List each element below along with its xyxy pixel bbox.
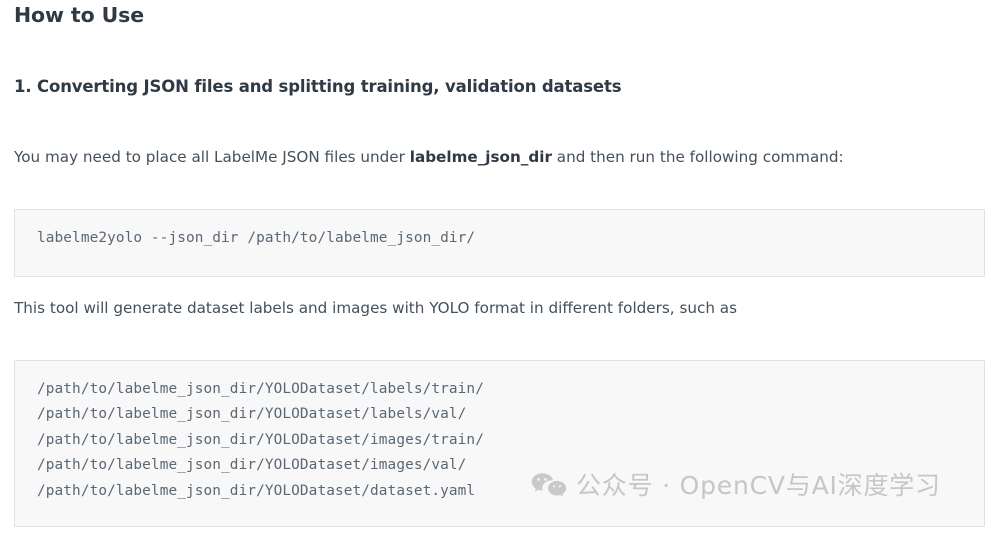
code-line: /path/to/labelme_json_dir/YOLODataset/im… bbox=[37, 431, 484, 448]
paragraph-output-description: This tool will generate dataset labels a… bbox=[14, 299, 738, 317]
code-line: labelme2yolo --json_dir /path/to/labelme… bbox=[37, 230, 476, 246]
paragraph-instruction: You may need to place all LabelMe JSON f… bbox=[14, 145, 844, 169]
code-line: /path/to/labelme_json_dir/YOLODataset/da… bbox=[37, 482, 476, 499]
code-block-command[interactable]: labelme2yolo --json_dir /path/to/labelme… bbox=[14, 209, 985, 277]
code-line: /path/to/labelme_json_dir/YOLODataset/la… bbox=[37, 406, 467, 423]
paragraph-instruction-after: and then run the following command: bbox=[551, 148, 844, 166]
code-block-output-paths[interactable]: /path/to/labelme_json_dir/YOLODataset/la… bbox=[14, 360, 985, 527]
code-line: /path/to/labelme_json_dir/YOLODataset/im… bbox=[37, 457, 467, 474]
inline-code-labelme-json-dir: labelme_json_dir bbox=[409, 148, 552, 166]
section-heading-1: 1. Converting JSON files and splitting t… bbox=[14, 77, 622, 96]
paragraph-instruction-before: You may need to place all LabelMe JSON f… bbox=[14, 148, 410, 166]
code-line: /path/to/labelme_json_dir/YOLODataset/la… bbox=[37, 381, 484, 397]
page-title: How to Use bbox=[14, 3, 145, 27]
document-page: How to Use 1. Converting JSON files and … bbox=[0, 0, 998, 537]
